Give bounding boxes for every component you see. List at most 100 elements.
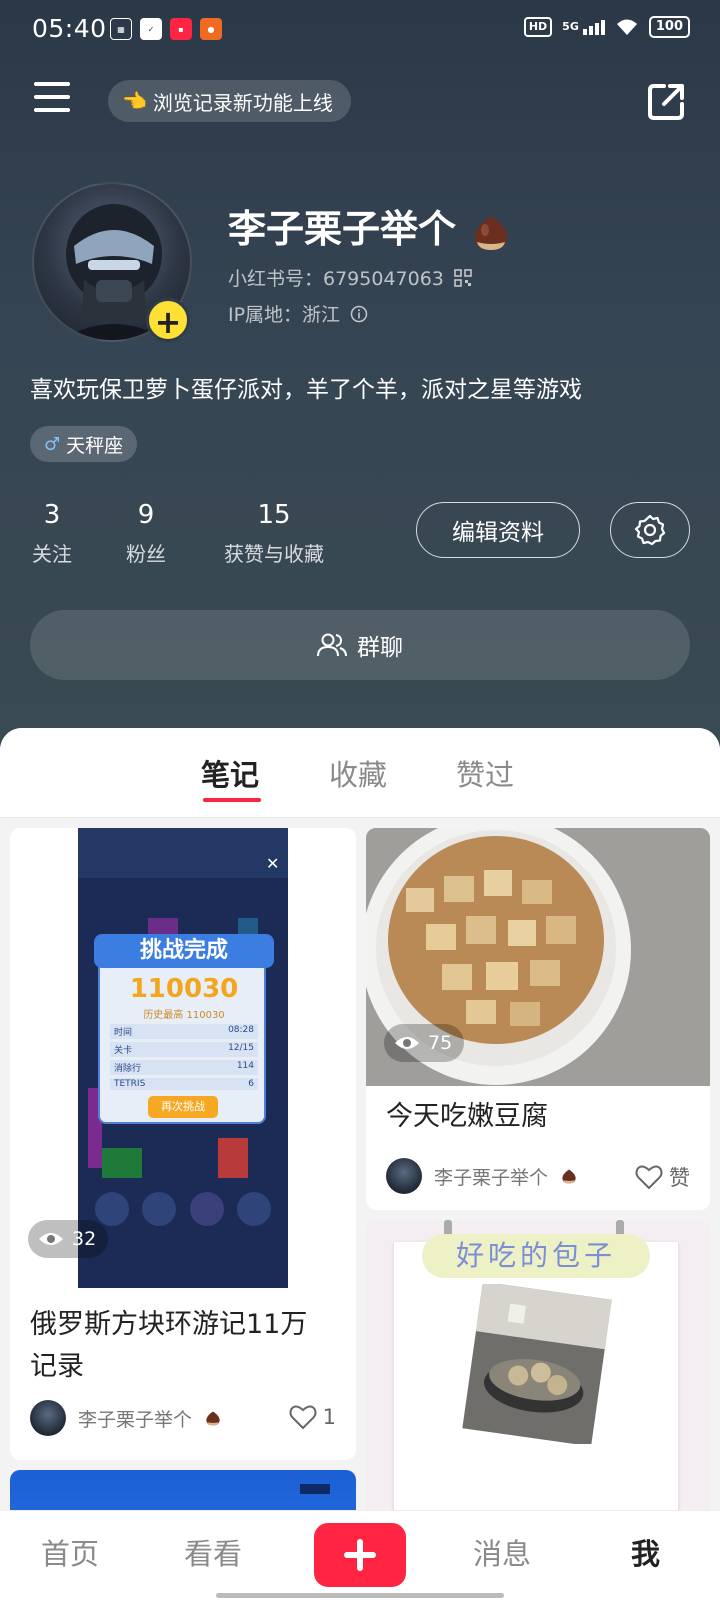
stat-key: 消除行 bbox=[114, 1064, 142, 1074]
group-chat-label: 群聊 bbox=[357, 635, 403, 661]
likes-collections-label: 获赞与收藏 bbox=[224, 542, 324, 566]
challenge-score: 110030 bbox=[129, 974, 239, 1004]
qr-code-icon[interactable] bbox=[454, 268, 472, 287]
fruit-icon: ● bbox=[200, 18, 222, 40]
tab-notes[interactable]: 笔记 bbox=[201, 752, 259, 794]
male-gender-icon: ♂ bbox=[44, 433, 61, 455]
notice-text: 浏览记录新功能上线 bbox=[152, 90, 333, 115]
heart-icon bbox=[289, 1405, 317, 1430]
stat-value: 6 bbox=[248, 1079, 254, 1089]
edit-profile-button[interactable]: 编辑资料 bbox=[416, 502, 580, 558]
close-icon: ✕ bbox=[266, 854, 280, 873]
info-icon[interactable] bbox=[350, 305, 368, 323]
group-chat-button[interactable]: 群聊 bbox=[30, 610, 690, 680]
note-title: 今天吃嫩豆腐 bbox=[386, 1101, 548, 1132]
note-cover-image: ✕ 挑战完成 110030 历史最高 110030 时间 08:28 关卡 12/1… bbox=[10, 828, 356, 1288]
note-title-line: 记录 bbox=[30, 1351, 84, 1382]
battery-level: 100 bbox=[655, 19, 683, 34]
author-name: 李子栗子举个 bbox=[78, 1408, 193, 1431]
view-count: 75 bbox=[428, 1032, 453, 1054]
home-indicator[interactable] bbox=[216, 1593, 504, 1598]
retry-button-image: 再次挑战 bbox=[148, 1096, 218, 1118]
followers-label: 粉丝 bbox=[126, 542, 166, 566]
group-users-icon bbox=[317, 633, 347, 657]
eye-icon bbox=[39, 1233, 63, 1245]
nav-messages[interactable]: 消息 bbox=[473, 1531, 531, 1573]
nav-home[interactable]: 首页 bbox=[41, 1531, 99, 1573]
like-label: 赞 bbox=[669, 1166, 690, 1190]
ip-location-text: IP属地：浙江 bbox=[228, 304, 341, 326]
following-count: 3 bbox=[43, 500, 61, 530]
nickname-text: 李子栗子举个 bbox=[228, 207, 457, 251]
avatar bbox=[30, 1400, 66, 1436]
publish-button[interactable] bbox=[314, 1523, 406, 1587]
handwritten-caption: 好吃的包子 bbox=[422, 1234, 650, 1278]
game-controls bbox=[88, 1188, 278, 1230]
note-cover-image: 75 bbox=[366, 828, 710, 1086]
tab-liked[interactable]: 赞过 bbox=[456, 752, 514, 794]
nav-me[interactable]: 我 bbox=[631, 1531, 660, 1573]
stat-following[interactable]: 3 关注 bbox=[30, 500, 74, 567]
share-icon[interactable] bbox=[646, 82, 686, 122]
like-button[interactable]: 赞 bbox=[635, 1162, 690, 1192]
note-author[interactable]: 李子栗子举个 bbox=[30, 1400, 222, 1436]
profile-bio: 喜欢玩保卫萝卜蛋仔派对，羊了个羊，派对之星等游戏 bbox=[30, 377, 582, 403]
menu-icon[interactable] bbox=[34, 82, 72, 116]
note-title: 俄罗斯方块环游记11万 记录 bbox=[30, 1304, 307, 1388]
zodiac-tag: ♂ 天秤座 bbox=[30, 426, 138, 462]
view-count: 32 bbox=[72, 1228, 97, 1250]
redbook-id-text: 小红书号：6795047063 bbox=[228, 268, 444, 290]
stat-key: 关卡 bbox=[114, 1046, 133, 1056]
author-name: 李子栗子举个 bbox=[434, 1166, 549, 1189]
redbook-id: 小红书号：6795047063 bbox=[228, 264, 472, 291]
stat-key: 时间 bbox=[114, 1028, 133, 1038]
buns-photo bbox=[462, 1284, 612, 1444]
content-tabs: 笔记 收藏 赞过 bbox=[0, 728, 720, 818]
status-bar: 05:40 ▦ ✓ ▪ ● HD 5G 100 bbox=[0, 0, 720, 60]
avatar bbox=[386, 1158, 422, 1194]
note-card-tetris[interactable]: ✕ 挑战完成 110030 历史最高 110030 时间 08:28 关卡 12/1… bbox=[10, 828, 356, 1460]
heart-icon bbox=[635, 1165, 663, 1190]
chestnut-icon bbox=[475, 215, 508, 250]
profile-nickname: 李子栗子举个 bbox=[228, 198, 513, 254]
signal-icon: 5G bbox=[562, 19, 605, 35]
stat-likes-collections[interactable]: 15 获赞与收藏 bbox=[218, 500, 330, 567]
note-title-line: 俄罗斯方块环游记11万 bbox=[30, 1309, 308, 1340]
following-label: 关注 bbox=[32, 542, 72, 566]
status-notification-icons: ▦ ✓ ▪ ● bbox=[110, 18, 222, 40]
stat-value: 114 bbox=[236, 1061, 254, 1071]
nav-watch[interactable]: 看看 bbox=[184, 1531, 242, 1573]
chestnut-icon bbox=[206, 1411, 220, 1426]
challenge-stats: 时间 08:28 关卡 12/15 消除行 114 TETRIS 6 bbox=[110, 1024, 258, 1093]
app-icon: ▪ bbox=[170, 18, 192, 40]
add-avatar-button[interactable]: + bbox=[146, 298, 190, 342]
followers-count: 9 bbox=[137, 500, 155, 530]
note-card-tofu[interactable]: 75 今天吃嫩豆腐 李子栗子举个 赞 bbox=[366, 828, 710, 1210]
note-author[interactable]: 李子栗子举个 bbox=[386, 1158, 578, 1194]
settings-button[interactable] bbox=[610, 502, 690, 558]
pointing-hand-icon: 👈 bbox=[122, 89, 147, 113]
bottom-navigation: 首页 看看 消息 我 bbox=[0, 1510, 720, 1600]
view-count-badge: 75 bbox=[384, 1024, 465, 1062]
history-feature-notice[interactable]: 👈 浏览记录新功能上线 bbox=[108, 80, 351, 122]
stat-value: 08:28 bbox=[228, 1025, 254, 1035]
battery-icon: 100 bbox=[648, 16, 690, 38]
eye-icon bbox=[395, 1037, 419, 1049]
like-button[interactable]: 1 bbox=[289, 1404, 336, 1430]
notes-panel: 笔记 收藏 赞过 ✕ 挑战完成 110030 历史最高 110030 时间 08:… bbox=[0, 728, 720, 1600]
active-tab-indicator bbox=[203, 798, 261, 802]
stat-value: 12/15 bbox=[228, 1043, 254, 1053]
plus-icon bbox=[344, 1539, 376, 1571]
view-count-badge: 32 bbox=[28, 1220, 109, 1258]
wifi-icon bbox=[616, 19, 637, 35]
hd-icon: HD bbox=[523, 17, 553, 37]
tab-collections[interactable]: 收藏 bbox=[329, 752, 387, 794]
challenge-complete-dialog: 挑战完成 110030 历史最高 110030 时间 08:28 关卡 12/15 … bbox=[94, 934, 274, 1124]
ip-location: IP属地：浙江 bbox=[228, 300, 368, 327]
news-icon: ▦ bbox=[110, 18, 132, 40]
status-time: 05:40 bbox=[32, 14, 107, 43]
stat-followers[interactable]: 9 粉丝 bbox=[124, 500, 168, 567]
challenge-best: 历史最高 110030 bbox=[143, 1010, 225, 1021]
likes-collections-count: 15 bbox=[257, 500, 291, 530]
tetris-screenshot: ✕ 挑战完成 110030 历史最高 110030 时间 08:28 关卡 12/1… bbox=[78, 828, 288, 1288]
